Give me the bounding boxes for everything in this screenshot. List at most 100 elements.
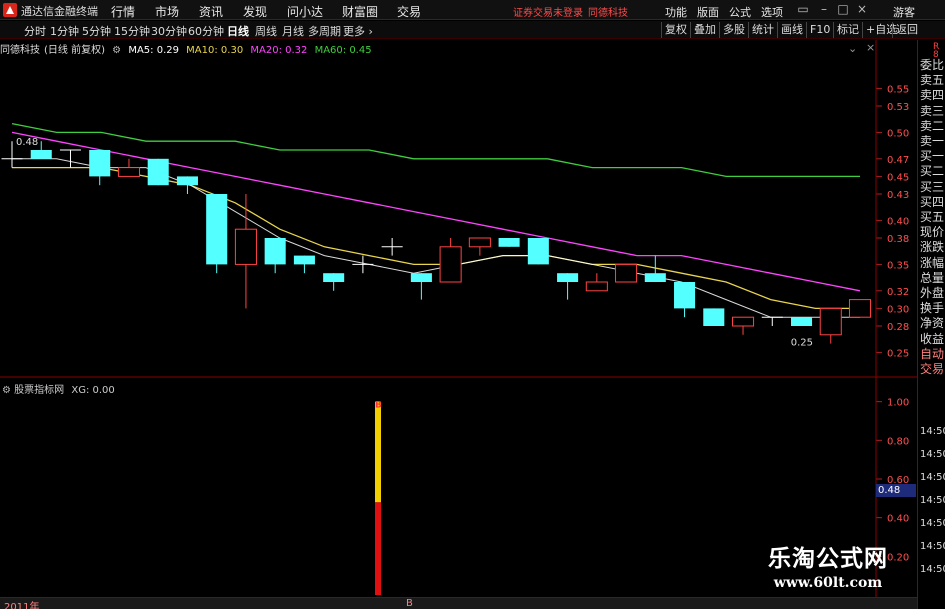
kline-chart[interactable]: 0.55 0.53 0.50 0.47 0.45 0.43 0.40 0.38 0.35 0.32… <box>0 40 945 609</box>
watermark: 乐淘公式网 www.60lt.com <box>738 539 918 609</box>
menu-item-discover[interactable]: 发现 <box>243 3 267 20</box>
gear-icon[interactable]: ⚙ <box>112 45 121 56</box>
tab-more[interactable]: 更多 › <box>343 23 373 39</box>
menu-item-function[interactable]: 功能 <box>665 4 687 20</box>
tab-5min[interactable]: 5分钟 <box>82 23 111 39</box>
close-icon[interactable]: × <box>855 3 869 16</box>
side-label-item[interactable]: 买二 <box>920 164 945 178</box>
side-label-item[interactable]: 卖三 <box>920 104 945 118</box>
ma20-value: MA20: 0.32 <box>250 45 308 56</box>
tab-daily[interactable]: 日线 <box>227 23 249 39</box>
side-label-item[interactable]: 买三 <box>920 180 945 194</box>
guest-label[interactable]: 游客 <box>893 4 915 20</box>
tab-60min[interactable]: 60分钟 <box>188 23 224 39</box>
candle-body <box>410 273 432 282</box>
menu-item-wealth[interactable]: 财富圈 <box>342 3 378 20</box>
trade-time: 14:50 <box>920 518 945 529</box>
tab-intraday[interactable]: 分时 <box>24 23 46 39</box>
chart-options-icon[interactable]: ⌄ <box>848 42 857 55</box>
side-label-item[interactable]: 现价 <box>920 225 945 239</box>
side-label-item[interactable]: 净资 <box>920 316 945 330</box>
candle-body <box>819 307 842 336</box>
multi-stock-button[interactable]: 多股 <box>719 22 748 38</box>
candlesticks <box>1 141 872 344</box>
side-label-item[interactable]: 涨幅 <box>920 256 945 270</box>
overlay-button[interactable]: 叠加 <box>690 22 719 38</box>
candle-body <box>732 316 755 327</box>
ma10-value: MA10: 0.30 <box>186 45 244 56</box>
side-label-item[interactable]: 换手 <box>920 301 945 315</box>
menu-item-quotes[interactable]: 行情 <box>111 3 135 20</box>
main-grid <box>876 87 882 353</box>
stats-button[interactable]: 统计 <box>748 22 777 38</box>
side-label-item[interactable]: 买四 <box>920 195 945 209</box>
candle-body <box>439 246 462 283</box>
menu-item-ask[interactable]: 问小达 <box>287 3 323 20</box>
tab-15min[interactable]: 15分钟 <box>114 23 150 39</box>
moving-average-lines <box>11 122 861 318</box>
candle-body <box>674 282 696 309</box>
signal-bar-yellow <box>375 401 381 503</box>
candle-body <box>176 176 198 186</box>
login-alert[interactable]: 证券交易未登录 <box>513 4 583 19</box>
candle-body <box>147 158 169 186</box>
sub-grid <box>876 401 882 557</box>
tab-multi-period[interactable]: 多周期 <box>308 23 341 39</box>
side-label-item[interactable]: 买一 <box>920 149 945 163</box>
price-tick-label: 0.53 <box>887 102 909 113</box>
gear-icon[interactable]: ⚙ <box>2 385 11 396</box>
tab-monthly[interactable]: 月线 <box>282 23 304 39</box>
candle-body <box>117 167 140 177</box>
tab-30min[interactable]: 30分钟 <box>151 23 187 39</box>
menu-item-trade[interactable]: 交易 <box>397 3 421 20</box>
f10-button[interactable]: F10 <box>806 22 833 38</box>
mark-button[interactable]: 标记 <box>833 22 862 38</box>
ma-line-ma10 <box>12 166 860 310</box>
skin-icon[interactable]: ▭ <box>796 3 810 16</box>
side-label-item[interactable]: 买五 <box>920 210 945 224</box>
draw-button[interactable]: 画线 <box>777 22 806 38</box>
side-label-item[interactable]: 卖四 <box>920 88 945 102</box>
menu-item-news[interactable]: 资讯 <box>199 3 223 20</box>
price-tick-label: 0.38 <box>887 234 909 245</box>
tab-1min[interactable]: 1分钟 <box>50 23 79 39</box>
signal-bars: B <box>375 401 382 595</box>
candle-body <box>790 317 813 326</box>
side-label-item[interactable]: 交易 <box>920 362 945 376</box>
stock-name[interactable]: 同德科技 <box>0 45 40 56</box>
side-label-item[interactable]: 涨跌 <box>920 240 945 254</box>
side-label-item[interactable]: 收益 <box>920 332 945 346</box>
candle-body <box>293 255 315 265</box>
signal-label: B <box>375 401 382 411</box>
trade-time: 14:50 <box>920 541 945 552</box>
menu-item-layout[interactable]: 版面 <box>697 4 719 20</box>
candle-body <box>89 150 111 177</box>
side-label-item[interactable]: 委比 <box>920 58 945 72</box>
trade-time: 14:50 <box>920 449 945 460</box>
tab-weekly[interactable]: 周线 <box>255 23 277 39</box>
candle-body <box>264 238 286 265</box>
maximize-icon[interactable]: □ <box>836 3 850 16</box>
trade-time: 14:50 <box>920 564 945 575</box>
trade-time: 14:50 <box>920 495 945 506</box>
year-label: 2011年 <box>4 602 40 609</box>
high-price-mark: 0.48 <box>16 137 38 148</box>
indicator-name[interactable]: 股票指标网 <box>14 385 64 396</box>
menu-item-options[interactable]: 选项 <box>761 4 783 20</box>
candle-body <box>848 299 872 318</box>
menu-item-market[interactable]: 市场 <box>155 3 179 20</box>
back-button[interactable]: 返回 <box>892 22 921 38</box>
watermark-title: 乐淘公式网 <box>768 545 888 572</box>
side-label-item[interactable]: 卖二 <box>920 119 945 133</box>
side-label-item[interactable]: 自动 <box>920 347 945 361</box>
side-label-item[interactable]: 卖五 <box>920 73 945 87</box>
side-label-item[interactable]: 总量 <box>920 271 945 285</box>
side-label-item[interactable]: 卖一 <box>920 134 945 148</box>
chart-close-icon[interactable]: × <box>866 41 875 54</box>
adjust-button[interactable]: 复权 <box>661 22 690 38</box>
minimize-icon[interactable]: – <box>817 3 831 16</box>
app-name: 通达信金融终端 <box>21 5 98 18</box>
side-label-item[interactable]: 外盘 <box>920 286 945 300</box>
candle-body <box>234 228 257 265</box>
menu-item-formula[interactable]: 公式 <box>729 4 751 20</box>
